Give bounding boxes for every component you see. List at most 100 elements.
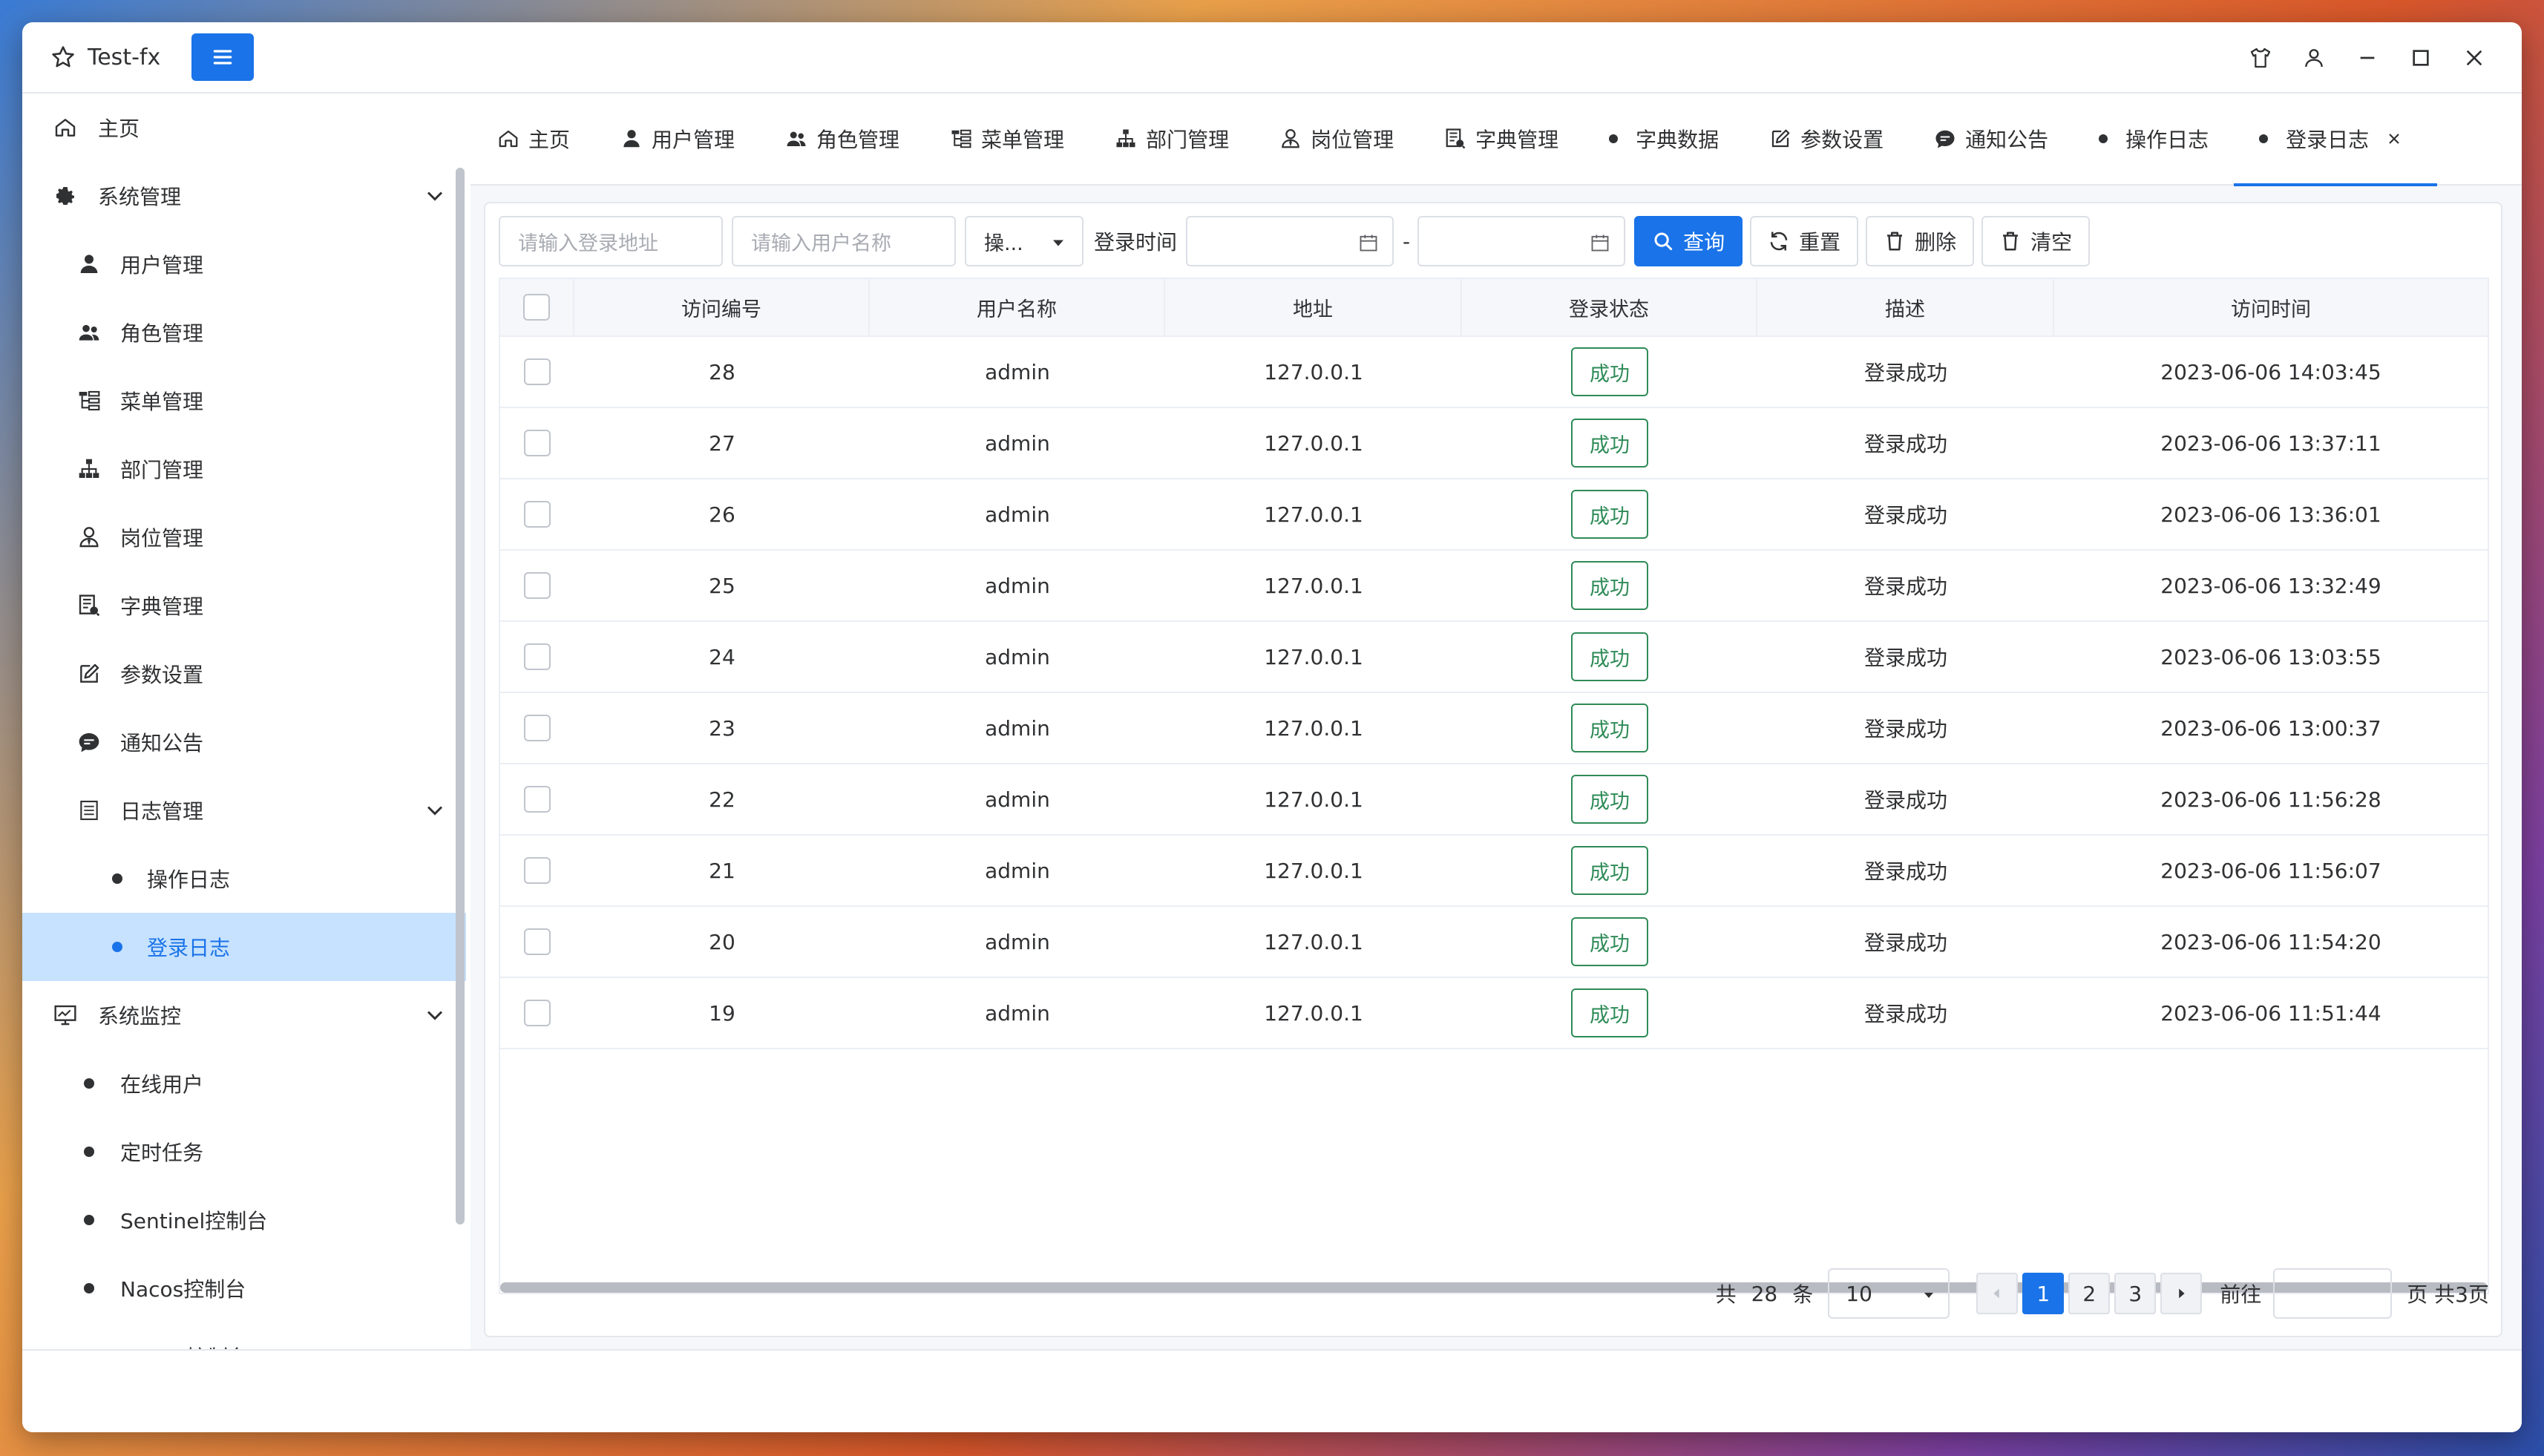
status-select[interactable]: 操... [965,216,1084,266]
minimize-button[interactable] [2341,31,2394,85]
cell-addr: 127.0.0.1 [1264,644,1363,669]
goto-page-input[interactable] [2273,1268,2393,1319]
row-checkbox[interactable] [524,643,551,670]
sidebar-item-home[interactable]: 主页 [22,94,466,162]
sidebar-item-online-users[interactable]: 在线用户 [22,1049,466,1118]
column-header[interactable]: 访问编号 [574,279,870,335]
row-checkbox[interactable] [524,715,551,741]
tab-users[interactable]: 用户管理 [595,93,760,185]
table-row[interactable]: 28 admin 127.0.0.1 成功 登录成功 2023-06-06 14:03:4… [500,337,2488,408]
login-address-input[interactable]: 请输入登录地址 [499,216,723,266]
clear-button[interactable]: 清空 [1981,216,2091,266]
table-row[interactable]: 20 admin 127.0.0.1 成功 登录成功 2023-06-06 11:54:2… [500,907,2488,978]
table-row[interactable]: 22 admin 127.0.0.1 成功 登录成功 2023-06-06 11:56:2… [500,764,2488,836]
sidebar-item-dictionary[interactable]: 字典管理 [22,571,466,640]
tab-dictionary-data[interactable]: 字典数据 [1584,93,1744,185]
tab-dictionary[interactable]: 字典管理 [1419,93,1584,185]
table-row[interactable]: 26 admin 127.0.0.1 成功 登录成功 2023-06-06 13:36:0… [500,479,2488,551]
tab-menus[interactable]: 菜单管理 [925,93,1089,185]
table-row[interactable]: 23 admin 127.0.0.1 成功 登录成功 2023-06-06 13:00:3… [500,693,2488,764]
column-header[interactable]: 访问时间 [2054,279,2488,335]
table-row[interactable]: 27 admin 127.0.0.1 成功 登录成功 2023-06-06 13:37:1… [500,408,2488,479]
sidebar-item-users[interactable]: 用户管理 [22,230,466,298]
user-button[interactable] [2287,31,2341,85]
menu-toggle-button[interactable] [191,33,255,81]
page-size-select[interactable]: 10 [1828,1268,1950,1319]
comment-icon [76,729,102,755]
tab-departments[interactable]: 部门管理 [1089,93,1254,185]
tab-operation-log[interactable]: 操作日志 [2073,93,2234,185]
sidebar-item-nacos[interactable]: Nacos控制台 [22,1254,466,1322]
sidebar-item-sentinel[interactable]: Sentinel控制台 [22,1186,466,1254]
delete-button[interactable]: 删除 [1866,216,1975,266]
username-input[interactable]: 请输入用户名称 [732,216,956,266]
column-header[interactable]: 登录状态 [1462,279,1757,335]
page-button[interactable]: 3 [2114,1273,2157,1314]
sidebar-scrollbar[interactable] [456,168,465,1224]
tab-notices[interactable]: 通知公告 [1909,93,2073,185]
cell-user: admin [985,359,1050,384]
column-header[interactable]: 地址 [1165,279,1462,335]
sidebar-item-system[interactable]: 系统管理 [22,162,466,230]
sidebar-item-admin[interactable]: Admin控制台 [22,1322,466,1349]
query-button[interactable]: 查询 [1634,216,1743,266]
start-date-input[interactable] [1186,216,1394,266]
sitemap-icon [76,456,102,482]
sidebar-item-departments[interactable]: 部门管理 [22,435,466,503]
page-button[interactable]: 2 [2068,1273,2111,1314]
sidebar-item-notices[interactable]: 通知公告 [22,708,466,776]
app-title-text: Test-fx [88,44,161,70]
tab-login-log[interactable]: 登录日志 [2234,93,2438,186]
cell-user: admin [985,573,1050,598]
table-row[interactable]: 24 admin 127.0.0.1 成功 登录成功 2023-06-06 13:03:5… [500,622,2488,693]
sidebar-item-login-log[interactable]: 登录日志 [22,913,466,981]
next-page-button[interactable] [2160,1273,2203,1314]
row-checkbox[interactable] [524,786,551,813]
tab-roles[interactable]: 角色管理 [760,93,925,185]
dictionary-icon [1446,128,1466,149]
row-checkbox[interactable] [524,501,551,528]
reset-button[interactable]: 重置 [1750,216,1859,266]
row-checkbox[interactable] [524,358,551,385]
sidebar-item-monitor[interactable]: 系统监控 [22,981,466,1049]
sidebar-item-roles[interactable]: 角色管理 [22,298,466,367]
tree-list-icon [951,129,971,148]
tab-posts[interactable]: 岗位管理 [1254,93,1419,185]
row-checkbox[interactable] [524,572,551,599]
row-checkbox[interactable] [524,928,551,955]
maximize-button[interactable] [2394,31,2448,85]
sidebar-item-settings[interactable]: 参数设置 [22,640,466,708]
sidebar-item-menus[interactable]: 菜单管理 [22,367,466,435]
close-button[interactable] [2448,31,2501,85]
cell-desc: 登录成功 [1863,788,1947,813]
sidebar-item-scheduled-tasks[interactable]: 定时任务 [22,1118,466,1186]
user-icon [76,251,102,278]
column-header[interactable]: 用户名称 [870,279,1165,335]
cell-time: 2023-06-06 13:37:11 [2160,430,2381,456]
chevron-down-icon [427,191,443,201]
sidebar-item-logs[interactable]: 日志管理 [22,776,466,845]
page-button[interactable]: 1 [2022,1273,2065,1314]
row-checkbox[interactable] [524,857,551,884]
tab-settings[interactable]: 参数设置 [1744,93,1909,185]
tab-close-icon[interactable] [2385,130,2403,148]
column-header[interactable]: 描述 [1757,279,2054,335]
status-cell: 成功 [1462,693,1757,763]
sidebar-item-operation-log[interactable]: 操作日志 [22,845,466,913]
prev-page-button[interactable] [1976,1273,2019,1314]
home-icon [52,114,79,141]
dot-icon [76,1275,102,1302]
table-row[interactable]: 21 admin 127.0.0.1 成功 登录成功 2023-06-06 11:56:0… [500,836,2488,907]
table-row[interactable]: 25 admin 127.0.0.1 成功 登录成功 2023-06-06 13:32:4… [500,551,2488,622]
end-date-input[interactable] [1417,216,1626,266]
table-row[interactable]: 19 admin 127.0.0.1 成功 登录成功 2023-06-06 11:51:4… [500,978,2488,1049]
row-checkbox[interactable] [524,430,551,456]
status-badge: 成功 [1571,775,1648,824]
theme-button[interactable] [2234,31,2287,85]
tab-home[interactable]: 主页 [472,93,595,185]
sidebar-item-label: 角色管理 [120,321,204,346]
cell-desc: 登录成功 [1863,574,1947,599]
select-all-checkbox[interactable] [523,294,550,321]
sidebar-item-posts[interactable]: 岗位管理 [22,503,466,571]
row-checkbox[interactable] [524,1000,551,1026]
